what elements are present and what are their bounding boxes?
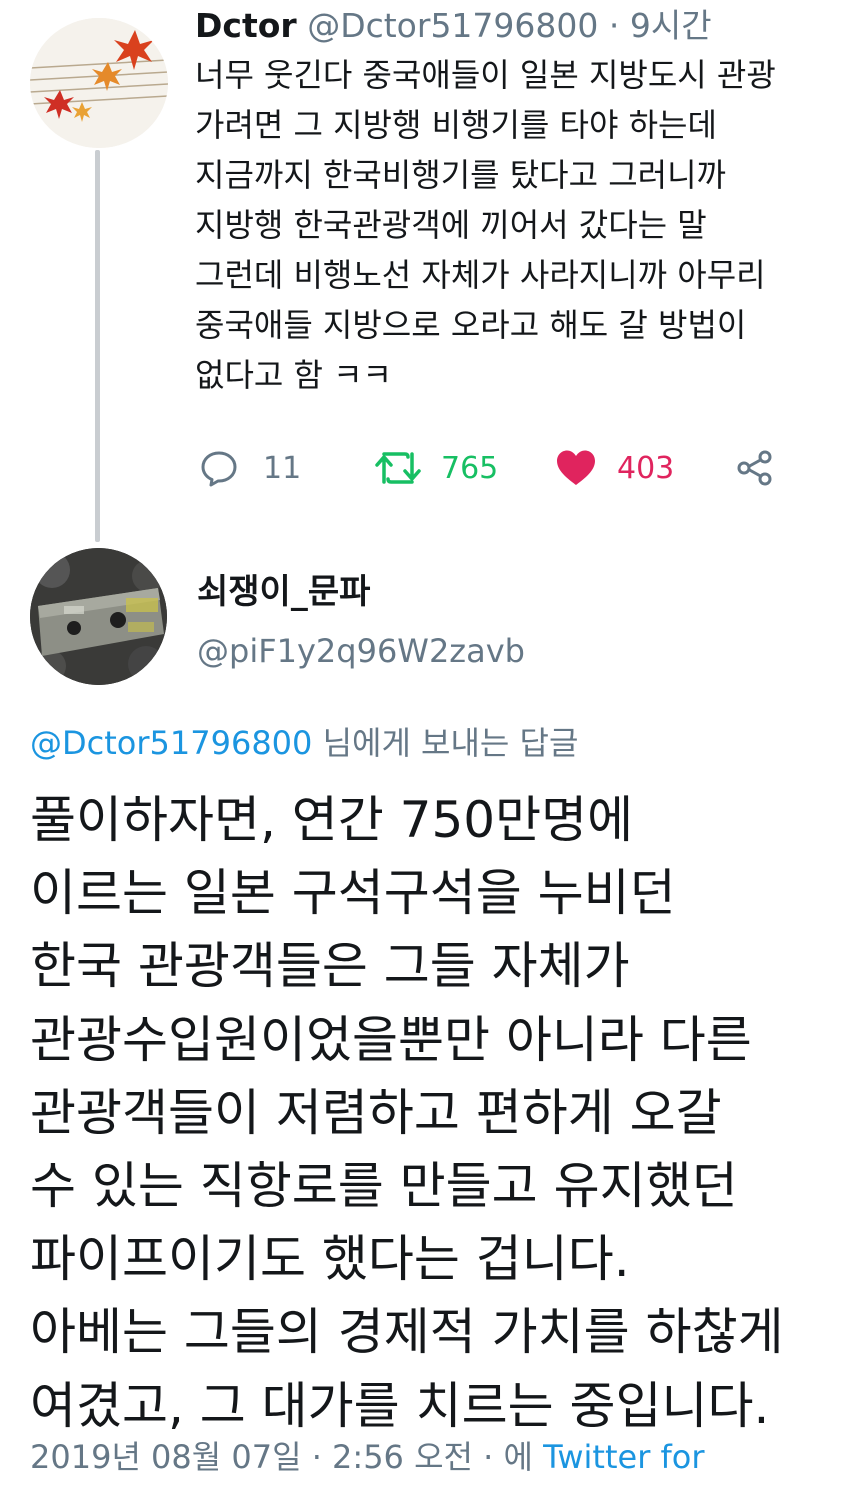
- parent-text-line: 너무 웃긴다 중국애들이 일본 지방도시 관광: [195, 56, 776, 94]
- parent-text-line: 없다고 함 ㅋㅋ: [195, 356, 392, 394]
- replying-to-suffix: 님에게 보내는 답글: [312, 724, 579, 762]
- reply-display-name[interactable]: 쇠쟁이_문파: [197, 564, 370, 613]
- reply-count: 11: [263, 450, 302, 486]
- share-button[interactable]: [735, 440, 775, 496]
- avatar-dctor[interactable]: [30, 18, 168, 148]
- reply-text-line: 수 있는 직항로를 만들고 유지했던: [30, 1157, 738, 1216]
- maple-leaves-icon: [30, 18, 168, 148]
- avatar-reply-user[interactable]: [30, 548, 167, 685]
- reply-handle[interactable]: @piF1y2q96W2zavb: [197, 632, 525, 670]
- reply-button[interactable]: 11: [199, 440, 301, 496]
- retweet-icon: [375, 452, 421, 484]
- tweet-source-link[interactable]: Twitter for: [533, 1438, 704, 1476]
- reply-bubble-icon: [201, 451, 237, 487]
- tweet-meta-footer: 2019년 08월 07일 · 2:56 오전 · 에 Twitter for: [30, 1432, 705, 1478]
- parent-handle[interactable]: @Dctor51796800: [307, 6, 598, 45]
- reply-text-line: 관광객들이 저렴하고 편하게 오갈: [30, 1083, 722, 1142]
- tweet-date: 2019년 08월 07일 · 2:56 오전 · 에: [30, 1438, 533, 1476]
- retweet-button[interactable]: 765: [375, 440, 498, 496]
- replying-to-line: @Dctor51796800 님에게 보내는 답글: [30, 718, 578, 764]
- replying-to-mention-link[interactable]: @Dctor51796800: [30, 724, 312, 762]
- reply-text-line: 파이프이기도 했다는 겁니다.: [30, 1230, 630, 1289]
- parent-display-name[interactable]: Dctor: [195, 6, 297, 45]
- metal-part-photo-icon: [30, 548, 167, 685]
- share-nodes-icon: [737, 450, 772, 486]
- parent-text-line: 가려면 그 지방행 비행기를 타야 하는데: [195, 106, 717, 144]
- parent-text-line: 그런데 비행노선 자체가 사라지니까 아무리: [195, 256, 766, 294]
- reply-text-line: 관광수입원이었을뿐만 아니라 다른: [30, 1010, 752, 1069]
- parent-text-line: 지방행 한국관광객에 끼어서 갔다는 말: [195, 206, 707, 244]
- header-separator: ·: [608, 6, 620, 45]
- retweet-count: 765: [441, 450, 499, 486]
- heart-filled-icon: [557, 450, 595, 485]
- reply-text-line: 아베는 그들의 경제적 가치를 하찮게: [30, 1303, 784, 1362]
- tweet-thread-view: Dctor @Dctor51796800 · 9시간 너무 웃긴다 중국애들이 …: [0, 0, 859, 1508]
- parent-tweet-header: Dctor @Dctor51796800 · 9시간: [195, 6, 712, 46]
- parent-text-line: 지금까지 한국비행기를 탔다고 그러니까: [195, 156, 726, 194]
- parent-timestamp[interactable]: 9시간: [630, 6, 712, 45]
- parent-tweet-text: 너무 웃긴다 중국애들이 일본 지방도시 관광 가려면 그 지방행 비행기를 타…: [195, 50, 859, 400]
- reply-text-line: 풀이하자면, 연간 750만명에: [30, 791, 634, 849]
- reply-tweet-text: 풀이하자면, 연간 750만명에 이르는 일본 구석구석을 누비던 한국 관광객…: [30, 784, 859, 1443]
- thread-connector-line: [95, 150, 100, 542]
- like-count: 403: [617, 450, 675, 486]
- like-button[interactable]: 403: [555, 440, 674, 496]
- parent-text-line: 중국애들 지방으로 오라고 해도 갈 방법이: [195, 306, 747, 344]
- reply-text-line: 한국 관광객들은 그들 자체가: [30, 937, 630, 996]
- reply-text-line: 이르는 일본 구석구석을 누비던: [30, 864, 676, 923]
- parent-tweet-actions: 11 765 403: [195, 440, 815, 496]
